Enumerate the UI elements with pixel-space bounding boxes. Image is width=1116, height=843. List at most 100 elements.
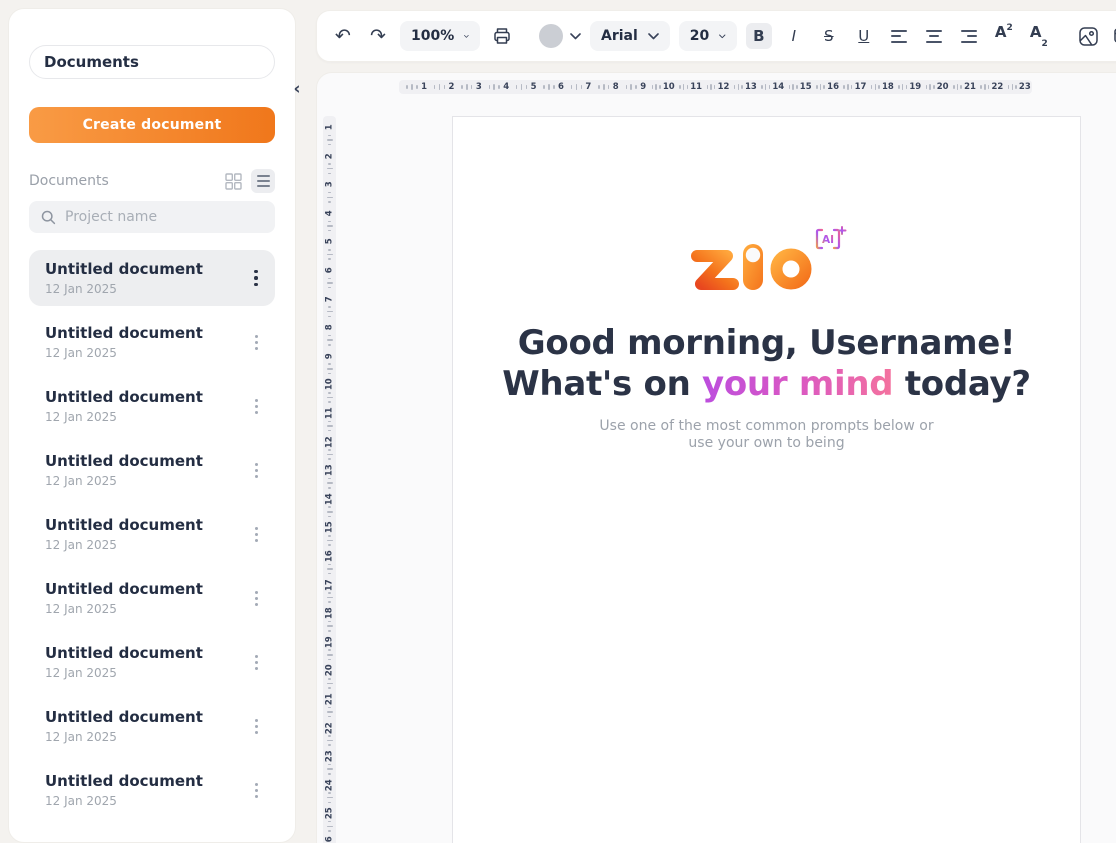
- ruler-number: 15: [325, 522, 334, 534]
- font-family-value: Arial: [601, 28, 638, 44]
- formatting-toolbar: ↶ ↷ 100% Arial 20 B I S U A2 A2: [316, 10, 1116, 62]
- document-list-item[interactable]: Untitled document 12 Jan 2025: [29, 762, 275, 818]
- document-page[interactable]: AI Good morning, Username! What's on you…: [452, 116, 1081, 843]
- redo-button[interactable]: ↷: [365, 23, 391, 49]
- document-menu-button[interactable]: [247, 393, 265, 419]
- document-title: Untitled document: [45, 708, 239, 726]
- ruler-number: 8: [325, 325, 334, 331]
- align-center-icon: [926, 30, 942, 43]
- zoom-value: 100%: [411, 28, 454, 44]
- document-list-item[interactable]: Untitled document 12 Jan 2025: [29, 634, 275, 690]
- document-menu-button[interactable]: [247, 265, 265, 291]
- ruler-number: 25: [325, 808, 334, 820]
- logo-zio-icon: [697, 244, 806, 290]
- insert-image-button[interactable]: [1076, 23, 1102, 49]
- document-date: 12 Jan 2025: [45, 282, 239, 296]
- greeting-heading: Good morning, Username! What's on your m…: [453, 323, 1080, 405]
- align-right-button[interactable]: [956, 23, 982, 49]
- document-menu-button[interactable]: [247, 329, 265, 355]
- underline-button[interactable]: U: [851, 23, 877, 49]
- align-center-button[interactable]: [921, 23, 947, 49]
- search-input[interactable]: [65, 209, 263, 225]
- document-list-item[interactable]: Untitled document 12 Jan 2025: [29, 442, 275, 498]
- ruler-number: 2: [325, 153, 334, 159]
- create-document-button[interactable]: Create document: [29, 107, 275, 143]
- print-button[interactable]: [489, 23, 515, 49]
- redo-icon: ↷: [370, 27, 386, 46]
- sidebar: Documents Create document Documents Unti…: [8, 8, 296, 843]
- insert-table-button[interactable]: [1111, 23, 1116, 49]
- bold-button[interactable]: B: [746, 23, 772, 49]
- italic-button[interactable]: I: [781, 23, 807, 49]
- undo-button[interactable]: ↶: [330, 23, 356, 49]
- document-menu-button[interactable]: [247, 649, 265, 675]
- ruler-number: 22: [325, 722, 334, 734]
- ruler-number: 18: [882, 83, 894, 92]
- editor-canvas: 1234567891011121314151617181920212223 12…: [316, 72, 1116, 843]
- document-search: [29, 201, 275, 233]
- sidebar-collapse-button[interactable]: ‹: [288, 78, 306, 100]
- document-list-item[interactable]: Untitled document 12 Jan 2025: [29, 698, 275, 754]
- document-list: Untitled document 12 Jan 2025 Untitled d…: [29, 250, 275, 818]
- superscript-button[interactable]: A2: [991, 23, 1017, 49]
- ruler-number: 21: [964, 83, 976, 92]
- strikethrough-button[interactable]: S: [816, 23, 842, 49]
- document-title: Untitled document: [45, 452, 239, 470]
- ruler-number: 11: [325, 407, 334, 419]
- ruler-number: 21: [325, 693, 334, 705]
- ruler-number: 10: [663, 83, 675, 92]
- ruler-number: 5: [325, 239, 334, 245]
- ruler-number: 1: [421, 83, 427, 92]
- document-menu-button[interactable]: [247, 521, 265, 547]
- align-left-button[interactable]: [886, 23, 912, 49]
- ruler-number: 20: [937, 83, 949, 92]
- workspace-select[interactable]: Documents: [29, 45, 275, 79]
- document-menu-button[interactable]: [247, 457, 265, 483]
- ruler-number: 5: [531, 83, 537, 92]
- document-list-item[interactable]: Untitled document 12 Jan 2025: [29, 250, 275, 306]
- ruler-number: 19: [325, 636, 334, 648]
- font-size-select[interactable]: 20: [679, 21, 737, 51]
- font-family-select[interactable]: Arial: [590, 21, 670, 51]
- documents-section-label: Documents: [29, 173, 109, 189]
- ruler-number: 15: [800, 83, 812, 92]
- workspace-select-value: Documents: [44, 53, 139, 71]
- ruler-number: 11: [690, 83, 702, 92]
- greeting-line2: What's on your mind today?: [453, 364, 1080, 405]
- font-size-value: 20: [690, 28, 709, 44]
- grid-view-button[interactable]: [221, 169, 245, 193]
- document-list-item[interactable]: Untitled document 12 Jan 2025: [29, 506, 275, 562]
- document-menu-button[interactable]: [247, 713, 265, 739]
- align-left-icon: [891, 30, 907, 43]
- document-list-item[interactable]: Untitled document 12 Jan 2025: [29, 570, 275, 626]
- document-list-item[interactable]: Untitled document 12 Jan 2025: [29, 378, 275, 434]
- document-date: 12 Jan 2025: [45, 602, 239, 616]
- ruler-number: 4: [325, 210, 334, 216]
- document-date: 12 Jan 2025: [45, 346, 239, 360]
- zoom-select[interactable]: 100%: [400, 21, 480, 51]
- subscript-button[interactable]: A2: [1026, 23, 1052, 49]
- ruler-number: 17: [325, 579, 334, 591]
- ruler-number: 9: [325, 353, 334, 359]
- list-view-button[interactable]: [251, 169, 275, 193]
- ruler-number: 3: [325, 182, 334, 188]
- ruler-number: 9: [640, 83, 646, 92]
- ruler-number: 16: [827, 83, 839, 92]
- ruler-number: 26: [325, 836, 334, 843]
- ruler-number: 1: [325, 124, 334, 130]
- document-menu-button[interactable]: [247, 777, 265, 803]
- document-menu-button[interactable]: [247, 585, 265, 611]
- ruler-number: 7: [325, 296, 334, 302]
- text-color-button[interactable]: [539, 24, 581, 48]
- ruler-number: 13: [745, 83, 757, 92]
- align-right-icon: [961, 30, 977, 43]
- ruler-number: 23: [1019, 83, 1031, 92]
- horizontal-ruler: 1234567891011121314151617181920212223: [399, 80, 1032, 94]
- ruler-number: 4: [503, 83, 509, 92]
- document-list-item[interactable]: Untitled document 12 Jan 2025: [29, 314, 275, 370]
- ruler-number: 8: [613, 83, 619, 92]
- chevron-down-icon: [648, 33, 659, 40]
- ruler-number: 19: [909, 83, 921, 92]
- svg-text:AI: AI: [821, 234, 833, 246]
- ruler-number: 13: [325, 465, 334, 477]
